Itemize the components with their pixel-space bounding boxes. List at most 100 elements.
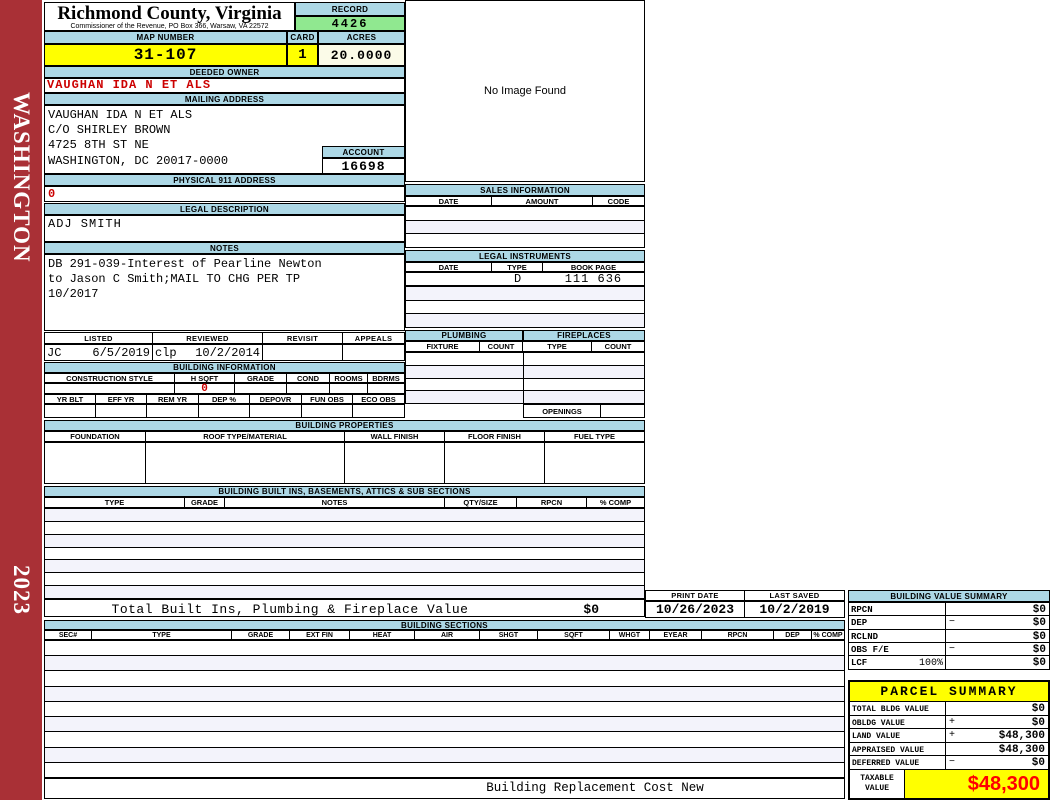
- rem-yr-label: REM YR: [147, 394, 199, 404]
- mailing-line: C/O SHIRLEY BROWN: [48, 123, 171, 137]
- yr-blt-label: YR BLT: [44, 394, 96, 404]
- building-properties-title: BUILDING PROPERTIES: [44, 420, 645, 431]
- bvs-row: RPCN $0: [849, 603, 1049, 617]
- floor-finish-value: [445, 442, 545, 484]
- last-saved-value: 10/2/2019: [745, 601, 845, 618]
- empty-row: [45, 763, 844, 777]
- bvs-row-value: $0: [1032, 657, 1046, 669]
- parcel-summary: PARCEL SUMMARY TOTAL BLDG VALUE $0 OBLDG…: [848, 680, 1050, 800]
- instruments-data-row: D 111 636: [405, 272, 645, 286]
- physical-address-label: PHYSICAL 911 ADDRESS: [44, 174, 405, 186]
- last-saved-label: LAST SAVED: [745, 590, 845, 601]
- wall-finish-label: WALL FINISH: [345, 431, 445, 442]
- empty-row: [406, 234, 644, 247]
- plumbing-count-label: COUNT: [480, 341, 523, 352]
- print-date-value: 10/26/2023: [645, 601, 745, 618]
- property-record-card: { "colors": { "band": "#ADD8E6", "yellow…: [0, 0, 1050, 800]
- visits-header-row: LISTED REVIEWED REVISIT APPEALS: [44, 332, 405, 344]
- card-label: CARD: [287, 31, 318, 44]
- acres-value: 20.0000: [318, 44, 405, 66]
- sales-code-label: CODE: [593, 196, 645, 206]
- parcel-row: LAND VALUE + $48,300: [850, 729, 1048, 743]
- map-number-value: 31-107: [44, 44, 287, 66]
- sec-eyear-label: EYEAR: [650, 630, 702, 640]
- print-date-label: PRINT DATE: [645, 590, 745, 601]
- sec-dep-label: DEP: [774, 630, 812, 640]
- sec-type-label: TYPE: [92, 630, 232, 640]
- building-sections-footer-row: Building Replacement Cost New: [44, 778, 845, 799]
- yr-blt-value: [44, 404, 96, 418]
- empty-row: [406, 365, 523, 379]
- mailing-line: VAUGHAN IDA N ET ALS: [48, 108, 193, 122]
- built-ins-header-row: TYPE GRADE NOTES QTY/SIZE RPCN % COMP: [44, 497, 645, 508]
- rooms-label: ROOMS: [330, 373, 368, 383]
- built-ins-total-row: Total Built Ins, Plumbing & Fireplace Va…: [44, 599, 645, 617]
- notes-label: NOTES: [44, 242, 405, 254]
- sec-whgt-label: WHGT: [610, 630, 650, 640]
- parcel-row: APPRAISED VALUE $48,300: [850, 742, 1048, 757]
- cond-label: COND: [287, 373, 330, 383]
- empty-row: [45, 671, 844, 687]
- building-sections-empty-rows: [44, 640, 845, 778]
- cond-value: [287, 383, 330, 394]
- deeded-owner-label: DEEDED OWNER: [44, 66, 405, 78]
- empty-row: [45, 641, 844, 657]
- taxable-value-label: TAXABLE VALUE: [850, 769, 905, 798]
- eff-yr-value: [96, 404, 147, 418]
- empty-row: [524, 353, 644, 366]
- replacement-cost-label: Building Replacement Cost New: [486, 781, 704, 795]
- bvs-row-op: −: [949, 617, 956, 629]
- plumbing-fireplaces-header-row: FIXTURE COUNT TYPE COUNT: [405, 341, 645, 352]
- bi-qty-label: QTY/SIZE: [445, 497, 517, 508]
- built-ins-empty-rows: [44, 508, 645, 599]
- eco-obs-value: [353, 404, 405, 418]
- bvs-row: OBS F/E − $0: [849, 642, 1049, 656]
- inst-date-label: DATE: [405, 262, 492, 272]
- parcel-row-value: $0: [1031, 716, 1045, 729]
- county-subtitle: Commissioner of the Revenue, PO Box 366,…: [70, 23, 269, 30]
- empty-row: [45, 656, 844, 672]
- bvs-row-value: $0: [1032, 617, 1046, 630]
- bi-grade-label: GRADE: [185, 497, 225, 508]
- parcel-row-op: +: [949, 716, 956, 728]
- county-title: Richmond County, Virginia: [57, 3, 282, 24]
- empty-row: [45, 586, 644, 599]
- bvs-row-value: $0: [1032, 643, 1046, 656]
- bvs-row-label: OBS F/E: [849, 642, 946, 655]
- reviewed-label: REVIEWED: [153, 332, 263, 344]
- notes-line: to Jason C Smith;MAIL TO CHG PER TP: [48, 272, 301, 286]
- bvs-row: RCLND $0: [849, 629, 1049, 643]
- building-info-value-row-2: [44, 404, 405, 418]
- record-value: 4426: [295, 16, 405, 31]
- building-value-summary-title: BUILDING VALUE SUMMARY: [848, 590, 1050, 602]
- plumbing-title: PLUMBING: [405, 330, 523, 341]
- empty-row: [406, 353, 523, 366]
- empty-row: [406, 379, 523, 392]
- bi-comp-label: % COMP: [587, 497, 645, 508]
- taxable-value-amount: $48,300: [905, 769, 1048, 798]
- fireplaces-title: FIREPLACES: [523, 330, 645, 341]
- construction-style-label: CONSTRUCTION STYLE: [44, 373, 175, 383]
- empty-row: [45, 573, 644, 587]
- sec-air-label: AIR: [415, 630, 480, 640]
- foundation-value: [44, 442, 146, 484]
- fireplace-type-label: TYPE: [523, 341, 592, 352]
- record-label: RECORD: [295, 2, 405, 16]
- parcel-row-label: APPRAISED VALUE: [850, 742, 946, 756]
- instruments-header-row: DATE TYPE BOOK PAGE: [405, 262, 645, 272]
- hsqft-value: 0: [175, 383, 235, 395]
- legal-description-value: ADJ SMITH: [44, 215, 405, 242]
- map-number-label: MAP NUMBER: [44, 31, 287, 44]
- acres-label: ACRES: [318, 31, 405, 44]
- built-ins-title: BUILDING BUILT INS, BASEMENTS, ATTICS & …: [44, 486, 645, 497]
- empty-row: [406, 391, 523, 403]
- parcel-row: TOTAL BLDG VALUE $0: [850, 702, 1048, 716]
- empty-row: [524, 365, 644, 379]
- fun-obs-label: FUN OBS: [302, 394, 353, 404]
- built-ins-total-value: $0: [583, 602, 599, 617]
- depovr-label: DEPOVR: [250, 394, 302, 404]
- building-properties-value-row: [44, 442, 645, 484]
- bdrms-value: [368, 383, 405, 394]
- taxable-value-row: TAXABLE VALUE $48,300: [850, 769, 1048, 798]
- empty-row: [45, 534, 644, 548]
